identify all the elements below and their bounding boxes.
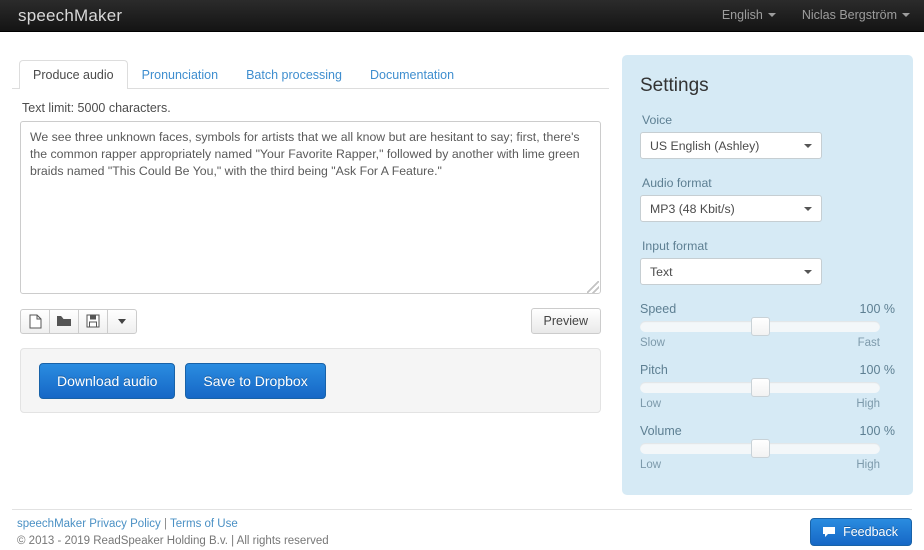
audio-format-selected-value: MP3 (48 Kbit/s) <box>650 201 735 216</box>
footer-divider <box>12 509 912 510</box>
speed-slider-handle[interactable] <box>750 317 770 336</box>
new-document-button[interactable] <box>20 308 50 334</box>
settings-panel: Settings Voice US English (Ashley) Audio… <box>622 55 913 495</box>
speech-bubble-icon <box>823 527 836 537</box>
chevron-down-icon <box>902 13 910 17</box>
volume-slider-track[interactable] <box>640 439 880 458</box>
volume-max-label: High <box>856 459 880 471</box>
open-folder-icon <box>57 316 71 326</box>
speed-max-label: Fast <box>857 337 880 349</box>
tab-pronunciation[interactable]: Pronunciation <box>128 60 232 90</box>
input-format-selected-value: Text <box>650 264 673 279</box>
copyright-text: © 2013 - 2019 ReadSpeaker Holding B.v. |… <box>17 535 329 547</box>
open-file-button[interactable] <box>49 308 79 334</box>
pitch-value: 100 % <box>859 363 895 377</box>
caret-down-icon <box>118 318 126 324</box>
pitch-slider-scale: Low High <box>640 398 880 410</box>
chevron-down-icon <box>804 270 812 274</box>
footer-links: speechMaker Privacy Policy | Terms of Us… <box>17 516 329 533</box>
tab-produce-audio[interactable]: Produce audio <box>19 59 128 89</box>
top-navbar: speechMaker English Niclas Bergström <box>0 0 924 32</box>
chevron-down-icon <box>804 207 812 211</box>
speed-min-label: Slow <box>640 337 665 349</box>
pitch-max-label: High <box>856 398 880 410</box>
pitch-min-label: Low <box>640 398 662 410</box>
footer-separator: | <box>164 518 168 530</box>
feedback-button[interactable]: Feedback <box>810 518 912 546</box>
chevron-down-icon <box>804 144 812 148</box>
audio-format-label: Audio format <box>642 176 712 190</box>
speed-slider-scale: Slow Fast <box>640 337 880 349</box>
speed-label: Speed <box>640 302 677 316</box>
feedback-label: Feedback <box>843 525 898 539</box>
editor-toolbar: Preview <box>20 308 601 334</box>
volume-slider-group: Volume 100 % Low High <box>640 424 895 471</box>
volume-slider-header: Volume 100 % <box>640 424 895 438</box>
main-content: Produce audio Pronunciation Batch proces… <box>12 55 609 413</box>
voice-selected-value: US English (Ashley) <box>650 138 760 153</box>
volume-min-label: Low <box>640 459 662 471</box>
audio-format-select[interactable]: MP3 (48 Kbit/s) <box>640 195 822 222</box>
speed-slider-track[interactable] <box>640 317 880 336</box>
voice-label: Voice <box>642 113 673 127</box>
input-format-select[interactable]: Text <box>640 258 822 285</box>
save-to-dropbox-button[interactable]: Save to Dropbox <box>185 362 326 399</box>
volume-label: Volume <box>640 424 682 438</box>
navbar-right-group: English Niclas Bergström <box>722 8 910 22</box>
new-document-icon <box>29 314 41 328</box>
app-brand[interactable]: speechMaker <box>18 6 122 26</box>
produce-audio-panel: Text limit: 5000 characters. We see thre… <box>12 89 609 413</box>
pitch-label: Pitch <box>640 363 668 377</box>
settings-title: Settings <box>640 75 709 96</box>
speed-slider-header: Speed 100 % <box>640 302 895 316</box>
footer: speechMaker Privacy Policy | Terms of Us… <box>17 516 329 550</box>
speed-value: 100 % <box>859 302 895 316</box>
text-input-area <box>20 121 601 297</box>
language-selector[interactable]: English <box>722 8 776 22</box>
voice-select[interactable]: US English (Ashley) <box>640 132 822 159</box>
speed-slider-group: Speed 100 % Slow Fast <box>640 302 895 349</box>
volume-value: 100 % <box>859 424 895 438</box>
save-file-button[interactable] <box>78 308 108 334</box>
text-limit-label: Text limit: 5000 characters. <box>22 101 171 115</box>
pitch-slider-group: Pitch 100 % Low High <box>640 363 895 410</box>
terms-of-use-link[interactable]: Terms of Use <box>170 518 238 530</box>
tab-batch-processing[interactable]: Batch processing <box>232 60 356 90</box>
tab-bar: Produce audio Pronunciation Batch proces… <box>12 55 609 89</box>
action-button-well: Download audio Save to Dropbox <box>20 348 601 413</box>
language-label: English <box>721 8 763 22</box>
chevron-down-icon <box>767 13 776 17</box>
volume-slider-handle[interactable] <box>750 439 770 458</box>
pitch-slider-header: Pitch 100 % <box>640 363 895 377</box>
preview-button[interactable]: Preview <box>530 308 601 334</box>
user-name-label: Niclas Bergström <box>801 8 897 22</box>
save-floppy-icon <box>86 314 100 328</box>
volume-slider-scale: Low High <box>640 459 880 471</box>
tab-documentation[interactable]: Documentation <box>356 60 468 90</box>
more-options-button[interactable] <box>107 308 137 334</box>
privacy-policy-link[interactable]: speechMaker Privacy Policy <box>17 518 161 530</box>
pitch-slider-track[interactable] <box>640 378 880 397</box>
file-button-group <box>20 308 137 334</box>
download-audio-button[interactable]: Download audio <box>39 362 176 399</box>
text-input[interactable] <box>20 121 601 294</box>
input-format-label: Input format <box>642 239 708 253</box>
pitch-slider-handle[interactable] <box>750 378 770 397</box>
user-menu[interactable]: Niclas Bergström <box>802 8 910 22</box>
